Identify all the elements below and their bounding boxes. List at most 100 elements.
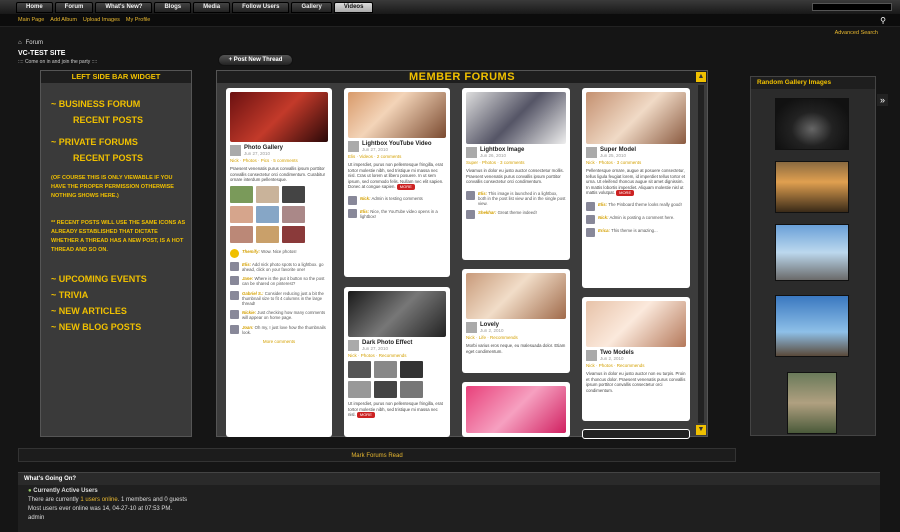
gallery-image-summit[interactable]: [775, 295, 849, 357]
post-image[interactable]: [230, 92, 328, 142]
post-card-lightbox-video[interactable]: Lightbox YouTube Video Jun 27, 2010 Elis…: [344, 88, 450, 277]
post-date: Jun 25, 2010: [600, 153, 627, 158]
post-excerpt: Praesent venenatis purus convallis ipsum…: [230, 166, 326, 183]
post-card-super-model[interactable]: Super Model Jun 25, 2010 Nick · Photos ·…: [582, 88, 690, 288]
scroll-down-icon[interactable]: ▼: [696, 425, 706, 435]
advanced-search-link[interactable]: Advanced Search: [835, 30, 878, 36]
gallery-image-sunset[interactable]: [775, 161, 849, 213]
comment: Gabriel S.: Consider reducing just a bit…: [230, 290, 328, 307]
site-subtitle: :::: Come on in and join the party ::::: [18, 59, 98, 65]
post-image[interactable]: [348, 92, 446, 138]
more-button[interactable]: MORE: [356, 412, 375, 418]
avatar[interactable]: [466, 322, 477, 333]
comment: Elis: The Pinboard theme looks really go…: [586, 201, 686, 211]
post-card-two-models[interactable]: Two Models Jun 2, 2010 Nick · Photos · R…: [582, 297, 690, 421]
comment: Nickie: Just checking how many comments …: [230, 310, 328, 320]
comment: Nick: Admin is testing comments: [348, 195, 446, 205]
post-image[interactable]: [466, 386, 566, 433]
thumb-row: [230, 185, 328, 203]
post-excerpt: Morbi varius eros neque, eu malesuada do…: [466, 343, 566, 354]
breadcrumb-forum[interactable]: Forum: [26, 40, 43, 46]
post-image[interactable]: [348, 291, 446, 337]
scroll-up-icon[interactable]: ▲: [696, 72, 706, 82]
whats-going-on-panel: What's Going On? ● Currently Active User…: [18, 472, 880, 532]
business-forum-link[interactable]: ~ BUSINESS FORUM: [51, 98, 191, 110]
whats-going-on-heading: What's Going On?: [18, 473, 880, 485]
gallery-image-motorcycle[interactable]: [775, 224, 849, 281]
tab-blogs[interactable]: Blogs: [154, 1, 192, 13]
avatar[interactable]: [348, 141, 359, 152]
post-card-pink[interactable]: [462, 382, 570, 437]
post-image[interactable]: [466, 92, 566, 144]
expand-sidebar-icon[interactable]: »: [877, 94, 888, 106]
recent-posts-link-2[interactable]: RECENT POSTS: [73, 152, 191, 164]
subnav-my-profile[interactable]: My Profile: [126, 17, 150, 23]
gallery-image-portrait[interactable]: [787, 372, 837, 434]
home-icon[interactable]: ⌂: [18, 40, 22, 46]
more-comments-link[interactable]: More comments: [230, 339, 328, 344]
post-image[interactable]: [466, 273, 566, 319]
subnav-add-album[interactable]: Add Album: [50, 17, 77, 23]
avatar[interactable]: [348, 340, 359, 351]
tab-gallery[interactable]: Gallery: [291, 1, 332, 13]
post-image[interactable]: [586, 92, 686, 144]
upcoming-events-link[interactable]: ~ UPCOMING EVENTS: [51, 273, 191, 285]
comment: Elis: This image is launched in a lightb…: [466, 190, 566, 207]
post-excerpt: Pellentesque ornare, augue at posuere co…: [586, 168, 686, 196]
mark-forums-read-link[interactable]: Mark Forums Read: [18, 448, 736, 462]
post-tags[interactable]: Nick · Photos · Recommends: [586, 363, 686, 368]
most-users-online: Most users ever online was 14, 04-27-10 …: [28, 506, 173, 512]
tab-forum[interactable]: Forum: [54, 1, 94, 13]
tab-follow-users[interactable]: Follow Users: [232, 1, 290, 13]
post-date: Jun 27, 2010: [362, 346, 389, 351]
post-tags[interactable]: Super · Photos · 3 comments: [466, 160, 566, 165]
site-title: VC-TEST SITE: [18, 50, 66, 57]
private-forums-link[interactable]: ~ PRIVATE FORUMS: [51, 136, 191, 148]
post-tags[interactable]: Nick · Photos · 3 comments: [586, 160, 686, 165]
avatar[interactable]: [586, 147, 597, 158]
nav-search-input[interactable]: [812, 3, 892, 11]
users-online-link[interactable]: 1 users online: [80, 497, 117, 503]
post-tags[interactable]: Nick · Photos · Recommends: [348, 353, 446, 358]
new-blog-posts-link[interactable]: ~ NEW BLOG POSTS: [51, 321, 191, 333]
thumb-row: [348, 361, 446, 378]
recent-posts-note: ** RECENT POSTS WILL USE THE SAME ICONS …: [51, 220, 186, 253]
post-new-thread-button[interactable]: + Post New Thread: [218, 54, 293, 66]
post-card-lovely[interactable]: Lovely Jun 2, 2010 Nick · Life · Recomme…: [462, 269, 570, 373]
post-card-photo-gallery[interactable]: Photo Gallery Jun 27, 2010 Nick · Photos…: [226, 88, 332, 437]
more-button[interactable]: MORE: [616, 190, 635, 196]
tab-whats-new[interactable]: What's New?: [95, 1, 153, 13]
permission-note: (OF COURSE THIS IS ONLY VIEWABLE IF YOU …: [51, 175, 174, 199]
random-gallery-heading: Random Gallery Images: [751, 77, 875, 89]
new-articles-link[interactable]: ~ NEW ARTICLES: [51, 305, 191, 317]
gallery-image-car[interactable]: [775, 98, 849, 150]
post-date: Jun 2, 2010: [480, 328, 504, 333]
subnav-main-page[interactable]: Main Page: [18, 17, 44, 23]
avatar[interactable]: [230, 145, 241, 156]
post-tags[interactable]: Elis · Videos · 2 comments: [348, 154, 446, 159]
comment: Shekhar: Great theme indeed!: [466, 210, 566, 220]
tab-home[interactable]: Home: [16, 1, 53, 13]
trivia-link[interactable]: ~ TRIVIA: [51, 289, 191, 301]
post-image[interactable]: [586, 301, 686, 347]
comment: Erica: This theme is amazing...: [586, 227, 686, 237]
sub-navbar: Main Page Add Album Upload Images My Pro…: [0, 14, 900, 27]
breadcrumb: ⌂ Forum: [18, 40, 43, 46]
search-icon[interactable]: ⚲: [880, 16, 886, 25]
post-tags[interactable]: Nick · Life · Recommends: [466, 335, 566, 340]
more-button[interactable]: MORE: [396, 184, 415, 190]
online-user-admin[interactable]: admin: [28, 515, 880, 521]
tab-videos[interactable]: Videos: [333, 1, 374, 13]
subnav-upload-images[interactable]: Upload Images: [83, 17, 120, 23]
post-tags[interactable]: Nick · Photos · Pics · 5 comments: [230, 158, 328, 163]
post-card-partial[interactable]: [582, 429, 690, 439]
avatar[interactable]: [466, 147, 477, 158]
post-card-lightbox-image[interactable]: Lightbox Image Jun 26, 2010 Super · Phot…: [462, 88, 570, 260]
avatar[interactable]: [586, 350, 597, 361]
recent-posts-link-1[interactable]: RECENT POSTS: [73, 114, 191, 126]
post-card-dark-photo[interactable]: Dark Photo Effect Jun 27, 2010 Nick · Ph…: [344, 287, 450, 437]
tab-media[interactable]: Media: [193, 1, 231, 13]
thumb-row: [230, 225, 328, 243]
comment: Jane: Where is the put it button so the …: [230, 276, 328, 286]
forum-scrollbar[interactable]: [698, 85, 704, 423]
